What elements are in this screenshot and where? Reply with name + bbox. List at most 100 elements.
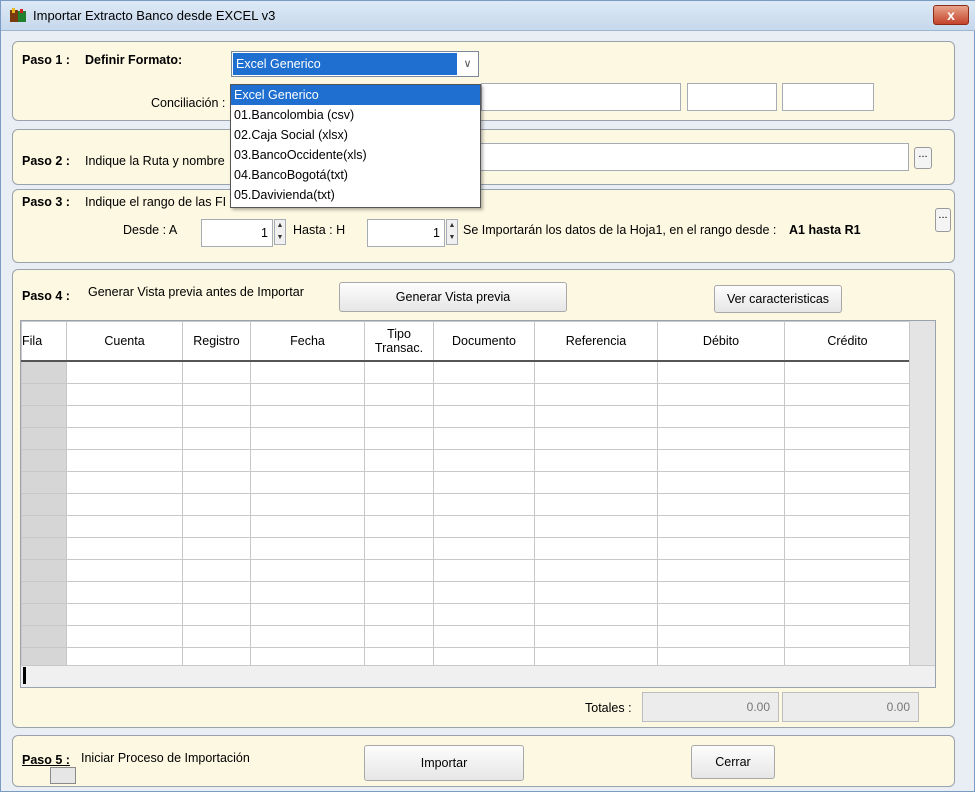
grid-cell[interactable] — [657, 603, 785, 626]
row-header-cell[interactable] — [21, 537, 67, 560]
grid-cell[interactable] — [784, 581, 911, 604]
row-header-cell[interactable] — [21, 625, 67, 648]
row-header-cell[interactable] — [21, 360, 67, 384]
grid-cell[interactable] — [250, 515, 365, 538]
grid-cell[interactable] — [784, 559, 911, 582]
grid-cell[interactable] — [657, 383, 785, 406]
table-row[interactable] — [21, 360, 911, 384]
grid-cell[interactable] — [364, 360, 434, 384]
grid-cell[interactable] — [66, 537, 183, 560]
row-header-cell[interactable] — [21, 559, 67, 582]
grid-cell[interactable] — [250, 581, 365, 604]
hasta-row-input[interactable]: 1 — [367, 219, 445, 247]
small-checkbox[interactable] — [50, 767, 76, 784]
grid-cell[interactable] — [364, 559, 434, 582]
grid-cell[interactable] — [433, 493, 535, 516]
col-fila[interactable]: Fila — [21, 321, 67, 362]
grid-cell[interactable] — [433, 449, 535, 472]
grid-cell[interactable] — [657, 559, 785, 582]
grid-cell[interactable] — [66, 383, 183, 406]
format-option[interactable]: Excel Generico — [231, 85, 480, 105]
grid-cell[interactable] — [250, 471, 365, 494]
grid-cell[interactable] — [66, 427, 183, 450]
grid-cell[interactable] — [250, 360, 365, 384]
table-row[interactable] — [21, 559, 911, 582]
grid-horizontal-scrollbar[interactable] — [21, 665, 935, 687]
grid-cell[interactable] — [784, 603, 911, 626]
grid-cell[interactable] — [364, 537, 434, 560]
grid-cell[interactable] — [534, 515, 658, 538]
desde-row-input[interactable]: 1 — [201, 219, 273, 247]
grid-cell[interactable] — [250, 383, 365, 406]
grid-cell[interactable] — [182, 581, 251, 604]
grid-cell[interactable] — [182, 515, 251, 538]
grid-cell[interactable] — [182, 449, 251, 472]
grid-cell[interactable] — [433, 405, 535, 428]
grid-cell[interactable] — [534, 559, 658, 582]
grid-cell[interactable] — [250, 427, 365, 450]
table-row[interactable] — [21, 493, 911, 516]
grid-cell[interactable] — [66, 493, 183, 516]
col-tipo-transac[interactable]: Tipo Transac. — [364, 321, 434, 362]
grid-cell[interactable] — [364, 515, 434, 538]
grid-cell[interactable] — [657, 493, 785, 516]
grid-cell[interactable] — [66, 581, 183, 604]
grid-cell[interactable] — [364, 603, 434, 626]
grid-cell[interactable] — [66, 625, 183, 648]
grid-cell[interactable] — [534, 449, 658, 472]
table-row[interactable] — [21, 625, 911, 648]
grid-cell[interactable] — [250, 603, 365, 626]
grid-cell[interactable] — [657, 360, 785, 384]
grid-cell[interactable] — [66, 603, 183, 626]
grid-cell[interactable] — [784, 537, 911, 560]
table-row[interactable] — [21, 581, 911, 604]
grid-cell[interactable] — [784, 449, 911, 472]
grid-cell[interactable] — [433, 383, 535, 406]
grid-cell[interactable] — [182, 471, 251, 494]
browse-file-button[interactable]: ... — [914, 147, 932, 169]
close-window-button[interactable]: x — [933, 5, 969, 25]
grid-cell[interactable] — [784, 493, 911, 516]
grid-cell[interactable] — [433, 360, 535, 384]
row-header-cell[interactable] — [21, 471, 67, 494]
grid-cell[interactable] — [364, 471, 434, 494]
row-header-cell[interactable] — [21, 449, 67, 472]
grid-cell[interactable] — [534, 427, 658, 450]
table-row[interactable] — [21, 603, 911, 626]
grid-vertical-scrollbar[interactable] — [909, 321, 935, 665]
grid-cell[interactable] — [364, 405, 434, 428]
hasta-spinner[interactable]: ▲ ▼ — [446, 219, 458, 245]
grid-cell[interactable] — [182, 625, 251, 648]
col-documento[interactable]: Documento — [433, 321, 535, 362]
table-row[interactable] — [21, 471, 911, 494]
row-header-cell[interactable] — [21, 493, 67, 516]
conciliacion-field-3[interactable] — [782, 83, 874, 111]
grid-cell[interactable] — [657, 581, 785, 604]
grid-cell[interactable] — [433, 625, 535, 648]
grid-cell[interactable] — [182, 405, 251, 428]
grid-cell[interactable] — [250, 559, 365, 582]
grid-cell[interactable] — [784, 471, 911, 494]
grid-cell[interactable] — [657, 537, 785, 560]
grid-cell[interactable] — [250, 537, 365, 560]
grid-cell[interactable] — [534, 603, 658, 626]
grid-cell[interactable] — [534, 493, 658, 516]
view-features-button[interactable]: Ver caracteristicas — [714, 285, 842, 313]
close-button[interactable]: Cerrar — [691, 745, 775, 779]
grid-cell[interactable] — [784, 383, 911, 406]
grid-cell[interactable] — [784, 625, 911, 648]
grid-cell[interactable] — [182, 559, 251, 582]
file-path-input[interactable] — [479, 143, 909, 171]
grid-cell[interactable] — [364, 427, 434, 450]
grid-cell[interactable] — [784, 515, 911, 538]
conciliacion-field-2[interactable] — [687, 83, 777, 111]
range-browse-button[interactable]: ... — [935, 208, 951, 232]
table-row[interactable] — [21, 515, 911, 538]
grid-cell[interactable] — [66, 449, 183, 472]
grid-cell[interactable] — [364, 581, 434, 604]
conciliacion-field-1[interactable] — [481, 83, 681, 111]
table-row[interactable] — [21, 405, 911, 428]
grid-cell[interactable] — [250, 449, 365, 472]
format-option[interactable]: 05.Davivienda(txt) — [231, 185, 480, 205]
generate-preview-button[interactable]: Generar Vista previa — [339, 282, 567, 312]
